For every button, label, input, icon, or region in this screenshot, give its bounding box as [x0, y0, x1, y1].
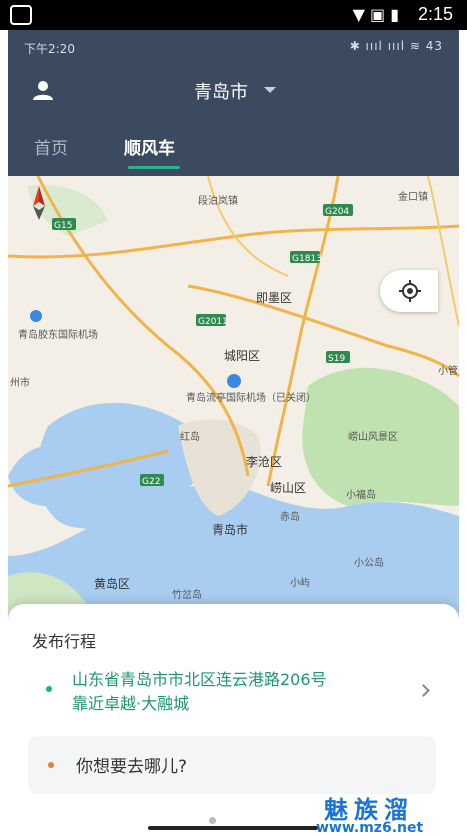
place-label: 崂山区 [270, 481, 306, 495]
place-label: 即墨区 [256, 291, 292, 305]
pager-indicator [209, 817, 216, 824]
road-label: G2011 [198, 317, 228, 327]
place-label: 青岛市 [212, 522, 248, 537]
place-label: 竹岔岛 [172, 588, 202, 601]
chevron-right-icon[interactable] [417, 684, 430, 697]
origin-address-line1: 山东省青岛市市北区连云港路206号 [72, 670, 327, 689]
active-tab-indicator [128, 166, 180, 169]
place-label: 青岛胶东国际机场 [18, 328, 98, 341]
road-label: G204 [325, 207, 349, 217]
chevron-down-icon[interactable] [264, 87, 276, 93]
place-label: 红岛 [180, 430, 200, 443]
road-label: G1813 [292, 254, 322, 264]
place-label: 城阳区 [224, 349, 260, 363]
road-label: S19 [328, 354, 345, 364]
destination-dot-icon [48, 762, 54, 768]
place-label: 黄岛区 [94, 576, 130, 591]
profile-icon[interactable] [30, 78, 56, 104]
place-label: 小管 [438, 364, 458, 377]
watermark-url: www.mz6.net [316, 820, 424, 836]
app-screenshot: 下午2:20 ✱ ıııl ıııl ≋ 43 青岛市 首页 顺风车 G15 G… [8, 30, 459, 836]
inner-time: 下午2:20 [24, 42, 75, 56]
home-indicator[interactable] [148, 826, 318, 830]
notification-app-icon [10, 5, 32, 25]
panel-title: 发布行程 [32, 632, 97, 651]
origin-address-line2: 靠近卓越·大融城 [72, 694, 190, 713]
place-label: 金口镇 [398, 190, 428, 203]
watermark: 魅族溜 www.mz6.net [306, 790, 466, 836]
system-status-bar: ▼ ▣ ▮ 2:15 [0, 0, 467, 30]
origin-dot-icon [46, 686, 52, 692]
place-label: 小公岛 [354, 556, 384, 569]
inner-status-icons: ✱ ıııl ıııl ≋ 43 [349, 39, 443, 53]
place-label: 崂山风景区 [348, 431, 398, 443]
place-label: 李沧区 [246, 454, 282, 469]
place-label: 段泊岚镇 [198, 194, 238, 207]
destination-input[interactable]: 你想要去哪儿? [28, 736, 436, 794]
crosshair-icon [399, 280, 421, 302]
place-label: 小福岛 [346, 488, 376, 501]
system-time: 2:15 [417, 4, 453, 24]
inner-status-bar: 下午2:20 ✱ ıııl ıııl ≋ 43 [8, 30, 459, 64]
origin-address[interactable]: 山东省青岛市市北区连云港路206号 靠近卓越·大融城 [72, 668, 402, 716]
place-label: 赤岛 [280, 510, 300, 523]
place-label: 青岛流亭国际机场（已关闭） [186, 391, 316, 404]
road-label: G22 [142, 477, 160, 487]
destination-placeholder: 你想要去哪儿? [76, 757, 188, 777]
locate-button[interactable] [380, 270, 438, 312]
tab-ride[interactable]: 顺风车 [124, 134, 175, 159]
place-label: 州市 [10, 376, 30, 389]
road-label: G15 [54, 221, 72, 231]
tab-home[interactable]: 首页 [34, 134, 68, 159]
city-selector[interactable]: 青岛市 [194, 78, 248, 104]
status-icons: ▼ ▣ ▮ [352, 5, 399, 24]
place-label: 小屿 [290, 577, 310, 589]
